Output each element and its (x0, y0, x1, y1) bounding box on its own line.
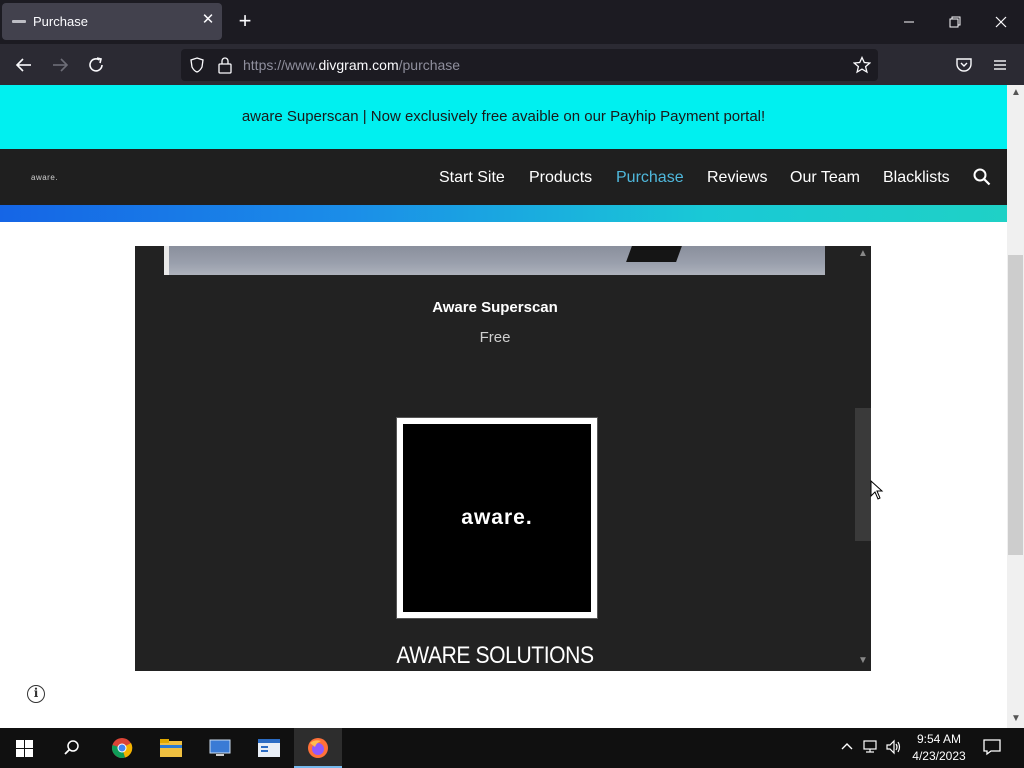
product-logo-text: aware. (461, 506, 533, 529)
product-embed[interactable]: Aware Superscan Free aware. AWARE SOLUTI… (135, 246, 871, 671)
reload-button[interactable] (84, 53, 108, 77)
folder-icon (160, 739, 182, 757)
nav-our-team[interactable]: Our Team (790, 169, 860, 187)
embed-scrollbar[interactable]: ▲ ▼ (855, 246, 871, 671)
minimize-icon (904, 21, 914, 23)
remote-desktop-taskbar-button[interactable] (196, 728, 244, 768)
search-icon[interactable] (972, 167, 992, 187)
header-gradient-strip (0, 205, 1007, 222)
start-button[interactable] (0, 728, 48, 768)
web-page: aware Superscan | Now exclusively free a… (0, 85, 1024, 728)
tab-close-icon[interactable]: ✕ (200, 12, 216, 28)
file-explorer-taskbar-button[interactable] (147, 728, 195, 768)
new-tab-button[interactable]: + (233, 9, 257, 33)
window-app-icon (258, 739, 280, 757)
firefox-icon (308, 738, 328, 758)
computer-icon (209, 739, 231, 756)
chrome-icon (112, 738, 133, 758)
product-logo-image[interactable]: aware. (396, 417, 598, 619)
hamburger-icon (994, 60, 1006, 70)
tab-title: Purchase (33, 14, 88, 29)
info-icon[interactable]: i (27, 685, 45, 703)
lock-icon[interactable] (217, 56, 233, 74)
scroll-down-icon[interactable]: ▼ (858, 655, 868, 666)
firefox-taskbar-button[interactable] (294, 728, 342, 768)
page-scrollbar[interactable]: ▲ ▼ (1007, 85, 1024, 728)
banner-text: aware Superscan | Now exclusively free a… (241, 108, 766, 125)
nav-purchase[interactable]: Purchase (616, 169, 684, 187)
clock-time[interactable]: 9:54 AM (912, 732, 966, 746)
browser-tab-bar: Purchase ✕ + (0, 0, 1024, 44)
site-logo[interactable]: aware. (31, 173, 58, 182)
windows-logo-icon (16, 740, 33, 757)
arrow-left-icon (15, 58, 31, 72)
volume-icon[interactable] (886, 739, 902, 758)
nav-reviews[interactable]: Reviews (707, 169, 767, 187)
pocket-button[interactable] (952, 53, 976, 77)
nav-products[interactable]: Products (529, 169, 592, 187)
app-taskbar-button[interactable] (245, 728, 293, 768)
minimize-button[interactable] (897, 10, 921, 34)
address-bar[interactable]: https://www.divgram.com/purchase (181, 49, 878, 81)
announcement-banner: aware Superscan | Now exclusively free a… (0, 85, 1007, 149)
chevron-up-icon[interactable] (840, 739, 854, 756)
nav-blacklists[interactable]: Blacklists (883, 169, 950, 187)
search-icon (64, 740, 79, 755)
clock-date[interactable]: 4/23/2023 (908, 749, 970, 763)
back-button[interactable] (12, 53, 36, 77)
pocket-icon (956, 58, 972, 72)
windows-taskbar: 9:54 AM 4/23/2023 (0, 728, 1024, 768)
star-icon[interactable] (853, 56, 871, 74)
chrome-taskbar-button[interactable] (98, 728, 146, 768)
notifications-icon[interactable] (983, 738, 1001, 759)
nav-start-site[interactable]: Start Site (439, 169, 505, 187)
page-scroll-down-icon[interactable]: ▼ (1011, 713, 1021, 724)
url-text: https://www.divgram.com/purchase (243, 57, 461, 73)
product-name: Aware Superscan (432, 299, 558, 316)
scroll-up-icon[interactable]: ▲ (858, 248, 868, 259)
product-image (164, 246, 825, 275)
embed-scrollbar-thumb[interactable] (855, 408, 871, 541)
page-scroll-up-icon[interactable]: ▲ (1011, 87, 1021, 98)
restore-button[interactable] (943, 10, 967, 34)
site-favicon-icon (12, 20, 26, 23)
close-icon (995, 16, 1007, 28)
reload-icon (89, 57, 103, 72)
search-taskbar-button[interactable] (48, 728, 96, 768)
restore-icon (949, 16, 961, 28)
browser-toolbar: https://www.divgram.com/purchase (0, 44, 1024, 85)
network-icon[interactable] (863, 739, 879, 758)
menu-button[interactable] (988, 53, 1012, 77)
arrow-right-icon (53, 58, 69, 72)
close-window-button[interactable] (989, 10, 1013, 34)
company-name: AWARE SOLUTIONS (396, 642, 594, 669)
forward-button[interactable] (48, 53, 72, 77)
shield-icon[interactable] (189, 57, 205, 73)
page-scrollbar-thumb[interactable] (1008, 255, 1023, 555)
browser-tab[interactable]: Purchase ✕ (2, 3, 222, 40)
site-header: aware. Start Site Products Purchase Revi… (0, 149, 1007, 205)
product-price: Free (479, 329, 511, 346)
